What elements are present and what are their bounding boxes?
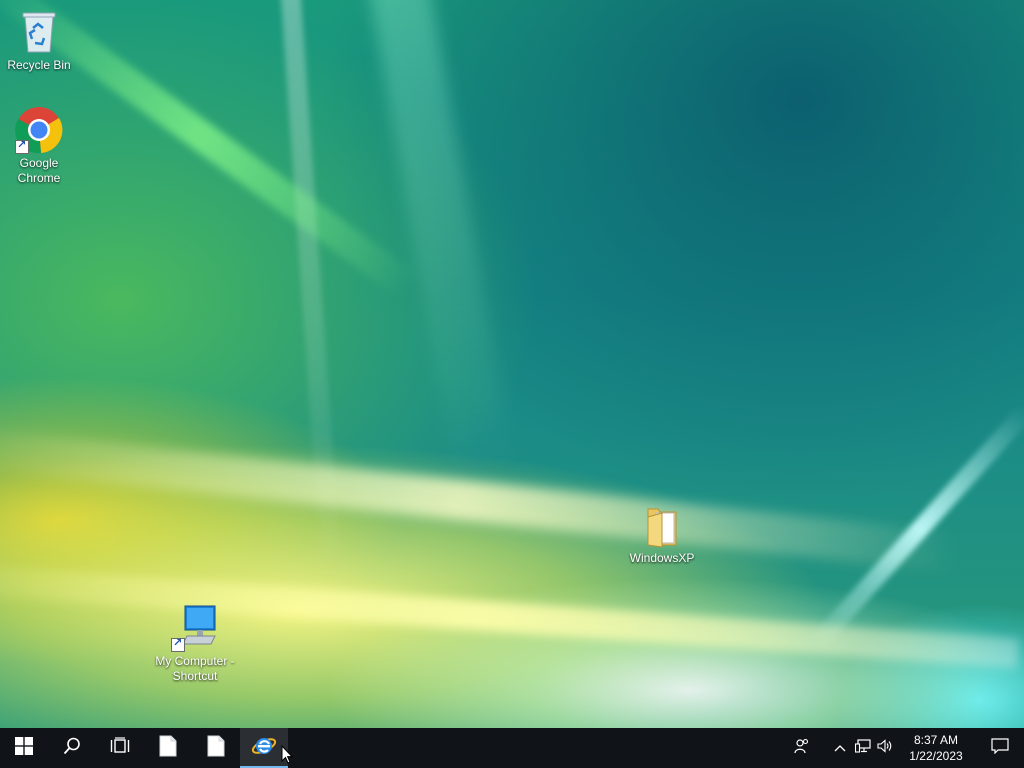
- volume-button[interactable]: [874, 728, 896, 768]
- taskbar: 8:37 AM 1/22/2023: [0, 728, 1024, 768]
- network-button[interactable]: [852, 728, 874, 768]
- search-icon: [63, 737, 81, 760]
- action-center-button[interactable]: [976, 728, 1024, 768]
- desktop-icon-label: WindowsXP: [629, 551, 695, 565]
- desktop-icon-label: My Computer - Shortcut: [155, 654, 235, 683]
- windows-start-icon: [15, 736, 33, 760]
- system-tray: 8:37 AM 1/22/2023: [786, 728, 1024, 768]
- chrome-icon: [15, 106, 63, 154]
- shortcut-arrow-icon: [171, 636, 185, 652]
- recycle-bin-icon: [15, 8, 63, 56]
- start-button[interactable]: [0, 728, 48, 768]
- desktop-icon-label: Google Chrome: [17, 156, 61, 185]
- document-icon: [207, 735, 225, 762]
- my-computer-shortcut-icon-item[interactable]: My Computer - Shortcut: [153, 604, 237, 684]
- chevron-up-icon: [834, 739, 846, 757]
- action-center-icon: [991, 737, 1009, 759]
- speaker-icon: [877, 738, 893, 758]
- mouse-cursor-icon: [281, 744, 294, 768]
- clock-time: 8:37 AM: [913, 733, 959, 747]
- windowsxp-folder-icon-item[interactable]: WindowsXP: [620, 505, 704, 566]
- shortcut-arrow-icon: [15, 138, 29, 154]
- desktop-icon-label: Recycle Bin: [7, 58, 71, 72]
- taskbar-app-document-1[interactable]: [144, 728, 192, 768]
- network-icon: [854, 738, 871, 758]
- taskbar-app-document-2[interactable]: [192, 728, 240, 768]
- people-button[interactable]: [786, 728, 818, 768]
- chrome-desktop-icon[interactable]: Google Chrome: [0, 106, 81, 186]
- computer-icon: [171, 604, 219, 652]
- people-icon: [794, 738, 810, 759]
- document-icon: [159, 735, 177, 762]
- taskbar-clock[interactable]: 8:37 AM 1/22/2023: [896, 732, 976, 764]
- folder-icon: [642, 505, 682, 549]
- recycle-bin-desktop-icon[interactable]: Recycle Bin: [0, 8, 81, 73]
- internet-explorer-icon: [251, 734, 277, 763]
- clock-date: 1/22/2023: [909, 749, 963, 763]
- task-view-button[interactable]: [96, 728, 144, 768]
- task-view-icon: [110, 736, 130, 760]
- desktop[interactable]: Recycle Bin Google Chrome WindowsXP: [0, 0, 1024, 728]
- search-button[interactable]: [48, 728, 96, 768]
- show-hidden-icons-button[interactable]: [828, 728, 852, 768]
